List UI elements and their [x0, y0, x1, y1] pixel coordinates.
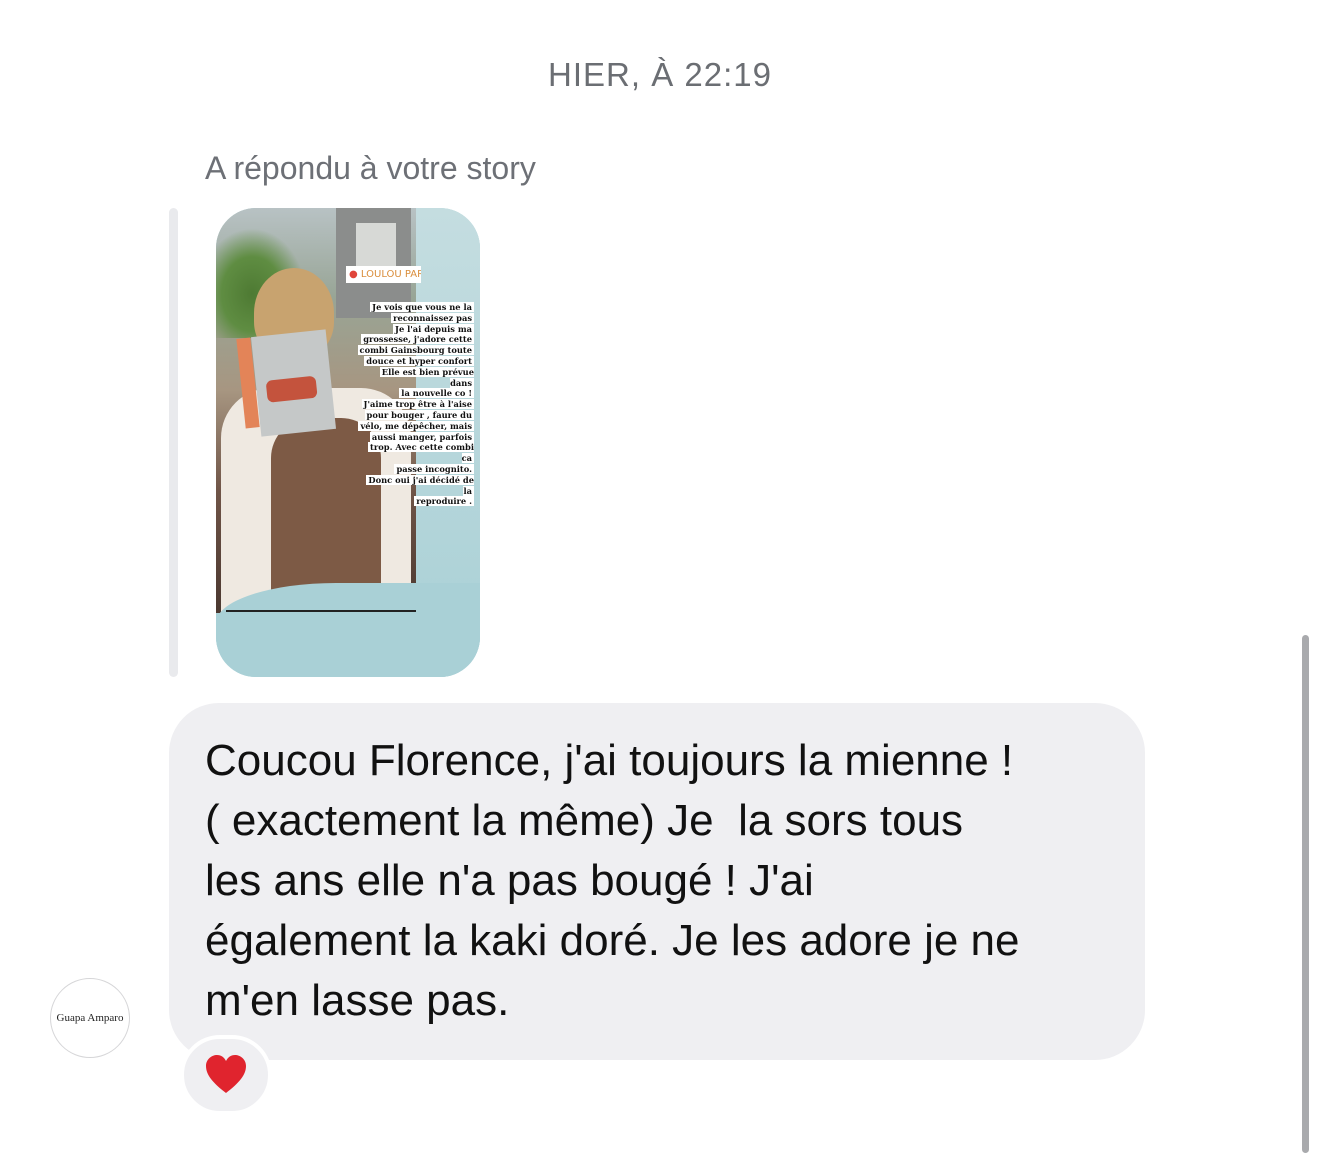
story-caption-line: vélo, me dépêcher, mais: [358, 420, 474, 431]
message-bubble[interactable]: Coucou Florence, j'ai toujours la mienne…: [169, 703, 1145, 1060]
message-timestamp: HIER, À 22:19: [548, 56, 772, 93]
story-caption-line: la nouvelle co !: [399, 388, 474, 399]
story-caption-line: reconnaissez pas: [391, 312, 474, 323]
story-caption-line: grossesse, j'adore cette: [361, 334, 474, 345]
location-pin-icon: ●: [349, 269, 358, 280]
story-book: [250, 329, 337, 437]
story-caption-line: Je vois que vous ne la: [370, 302, 474, 312]
story-progress-line: [226, 610, 416, 612]
story-caption: Je vois que vous ne la reconnaissez pas Je…: [354, 302, 474, 507]
story-caption-line: trop. Avec cette combi ca: [368, 442, 474, 464]
story-caption-line: douce et hyper confort: [364, 355, 474, 366]
avatar[interactable]: Guapa Amparo: [50, 978, 130, 1058]
story-caption-line: Je l'ai depuis ma: [393, 323, 474, 334]
story-caption-line: Elle est bien prévue dans: [379, 366, 474, 388]
message-text: Coucou Florence, j'ai toujours la mienne…: [205, 736, 1020, 1025]
story-bottom-wave: [216, 583, 480, 677]
story-caption-line: combi Gainsbourg toute: [357, 345, 474, 356]
story-caption-line: reproduire .: [414, 496, 474, 507]
story-caption-line: passe incognito.: [394, 463, 474, 474]
reaction-badge[interactable]: [180, 1035, 272, 1115]
avatar-logo-text: Guapa Amparo: [56, 1012, 124, 1024]
story-thumbnail[interactable]: ● LOULOU PAR Je vois que vous ne la recon…: [216, 208, 480, 677]
reply-quote-bar: [169, 208, 178, 677]
story-caption-line: aussi manger, parfois: [369, 431, 474, 442]
story-caption-line: Donc oui j'ai décidé de la: [366, 474, 474, 496]
story-caption-line: pour bouger , faure du: [364, 409, 474, 420]
red-heart-icon: [206, 1055, 246, 1093]
location-sticker: ● LOULOU PAR: [346, 266, 421, 283]
scrollbar[interactable]: [1302, 635, 1309, 1153]
story-caption-line: J'aime trop être à l'aise: [361, 399, 474, 410]
location-sticker-text: LOULOU PAR: [360, 269, 421, 280]
story-reply-label: A répondu à votre story: [205, 150, 536, 186]
